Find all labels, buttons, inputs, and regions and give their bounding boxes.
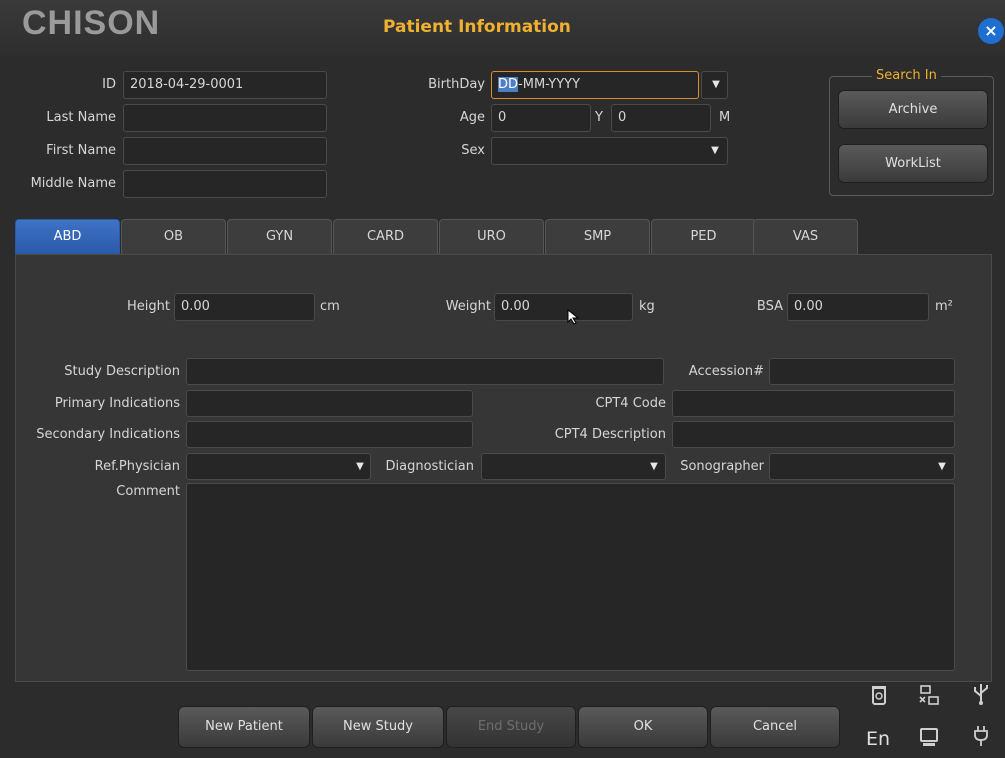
bsa-field[interactable]: 0.00 <box>787 293 929 321</box>
tab-uro[interactable]: URO <box>439 219 544 254</box>
tab-smp[interactable]: SMP <box>545 219 650 254</box>
accession-label: Accession# <box>688 364 764 379</box>
age-months-field[interactable]: 0 <box>611 104 711 132</box>
study-description-field[interactable] <box>186 358 664 385</box>
sonographer-label: Sonographer <box>680 459 764 474</box>
age-months-unit: M <box>719 110 731 125</box>
height-unit: cm <box>320 299 340 314</box>
search-in-legend: Search In <box>872 68 941 83</box>
last-name-field[interactable] <box>123 104 327 132</box>
new-patient-button[interactable]: New Patient <box>178 706 310 748</box>
usb-icon[interactable] <box>968 682 994 710</box>
tab-ob[interactable]: OB <box>121 219 226 254</box>
tab-gyn[interactable]: GYN <box>227 219 332 254</box>
study-description-label: Study Description <box>64 364 180 379</box>
birthday-label: BirthDay <box>428 77 485 92</box>
archive-button[interactable]: Archive <box>838 90 988 129</box>
end-study-button[interactable]: End Study <box>446 706 576 748</box>
height-label: Height <box>127 299 170 314</box>
title-bar: CHISON Patient Information × <box>0 0 1005 56</box>
comment-label: Comment <box>116 484 180 499</box>
tab-vas[interactable]: VAS <box>753 219 858 254</box>
age-years-unit: Y <box>595 110 603 125</box>
first-name-label: First Name <box>46 143 116 158</box>
birthday-format-rest: -MM-YYYY <box>518 77 581 92</box>
secondary-indications-field[interactable] <box>186 421 473 448</box>
tab-abd[interactable]: ABD <box>15 219 120 254</box>
diagnostician-select[interactable] <box>481 453 666 480</box>
middle-name-label: Middle Name <box>30 176 116 191</box>
chevron-down-icon: ▼ <box>938 461 946 472</box>
age-label: Age <box>459 110 485 125</box>
cpt4-code-field[interactable] <box>672 390 955 417</box>
ref-physician-label: Ref.Physician <box>94 459 180 474</box>
ok-button[interactable]: OK <box>578 706 708 748</box>
sonographer-select[interactable] <box>769 453 955 480</box>
close-button[interactable]: × <box>978 18 1004 44</box>
bsa-label: BSA <box>756 299 783 314</box>
mouse-cursor-icon <box>567 308 581 325</box>
chison-logo: CHISON <box>22 4 161 42</box>
recycle-bin-icon[interactable] <box>866 684 892 710</box>
primary-indications-field[interactable] <box>186 390 473 417</box>
last-name-label: Last Name <box>46 110 116 125</box>
tab-card[interactable]: CARD <box>333 219 438 254</box>
comment-textarea[interactable] <box>186 483 955 671</box>
id-label: ID <box>102 77 116 92</box>
birthday-day-selection: DD <box>498 77 519 92</box>
first-name-field[interactable] <box>123 137 327 165</box>
language-indicator[interactable]: En <box>866 728 890 750</box>
bsa-unit: m² <box>935 299 953 314</box>
ref-physician-select[interactable] <box>186 453 371 480</box>
birthday-field[interactable]: DD-MM-YYYY <box>491 71 699 99</box>
chevron-down-icon: ▼ <box>711 145 719 156</box>
chevron-down-icon: ▼ <box>650 461 658 472</box>
power-plug-icon[interactable] <box>968 724 994 752</box>
age-years-field[interactable]: 0 <box>491 104 591 132</box>
sex-select[interactable] <box>491 137 728 165</box>
worklist-button[interactable]: WorkList <box>838 144 988 183</box>
accession-field[interactable] <box>769 358 955 385</box>
page-title: Patient Information <box>383 17 571 37</box>
primary-indications-label: Primary Indications <box>54 396 180 411</box>
middle-name-field[interactable] <box>123 170 327 198</box>
id-field[interactable]: 2018-04-29-0001 <box>123 71 327 99</box>
display-icon[interactable] <box>916 726 942 752</box>
new-study-button[interactable]: New Study <box>312 706 444 748</box>
tab-ped[interactable]: PED <box>651 219 756 254</box>
cpt4-description-field[interactable] <box>672 421 955 448</box>
height-field[interactable]: 0.00 <box>174 293 315 321</box>
sex-label: Sex <box>461 143 485 158</box>
weight-label: Weight <box>445 299 491 314</box>
secondary-indications-label: Secondary Indications <box>36 427 180 442</box>
cancel-button[interactable]: Cancel <box>710 706 840 748</box>
network-icon[interactable] <box>916 684 942 710</box>
close-icon: × <box>984 21 998 40</box>
diagnostician-label: Diagnostician <box>385 459 474 474</box>
cpt4-description-label: CPT4 Description <box>554 427 666 442</box>
weight-unit: kg <box>639 299 655 314</box>
weight-field[interactable]: 0.00 <box>494 293 633 321</box>
birthday-dropdown[interactable]: ▼ <box>701 71 728 99</box>
cpt4-code-label: CPT4 Code <box>595 396 666 411</box>
chevron-down-icon: ▼ <box>356 461 364 472</box>
chevron-down-icon: ▼ <box>712 79 720 90</box>
